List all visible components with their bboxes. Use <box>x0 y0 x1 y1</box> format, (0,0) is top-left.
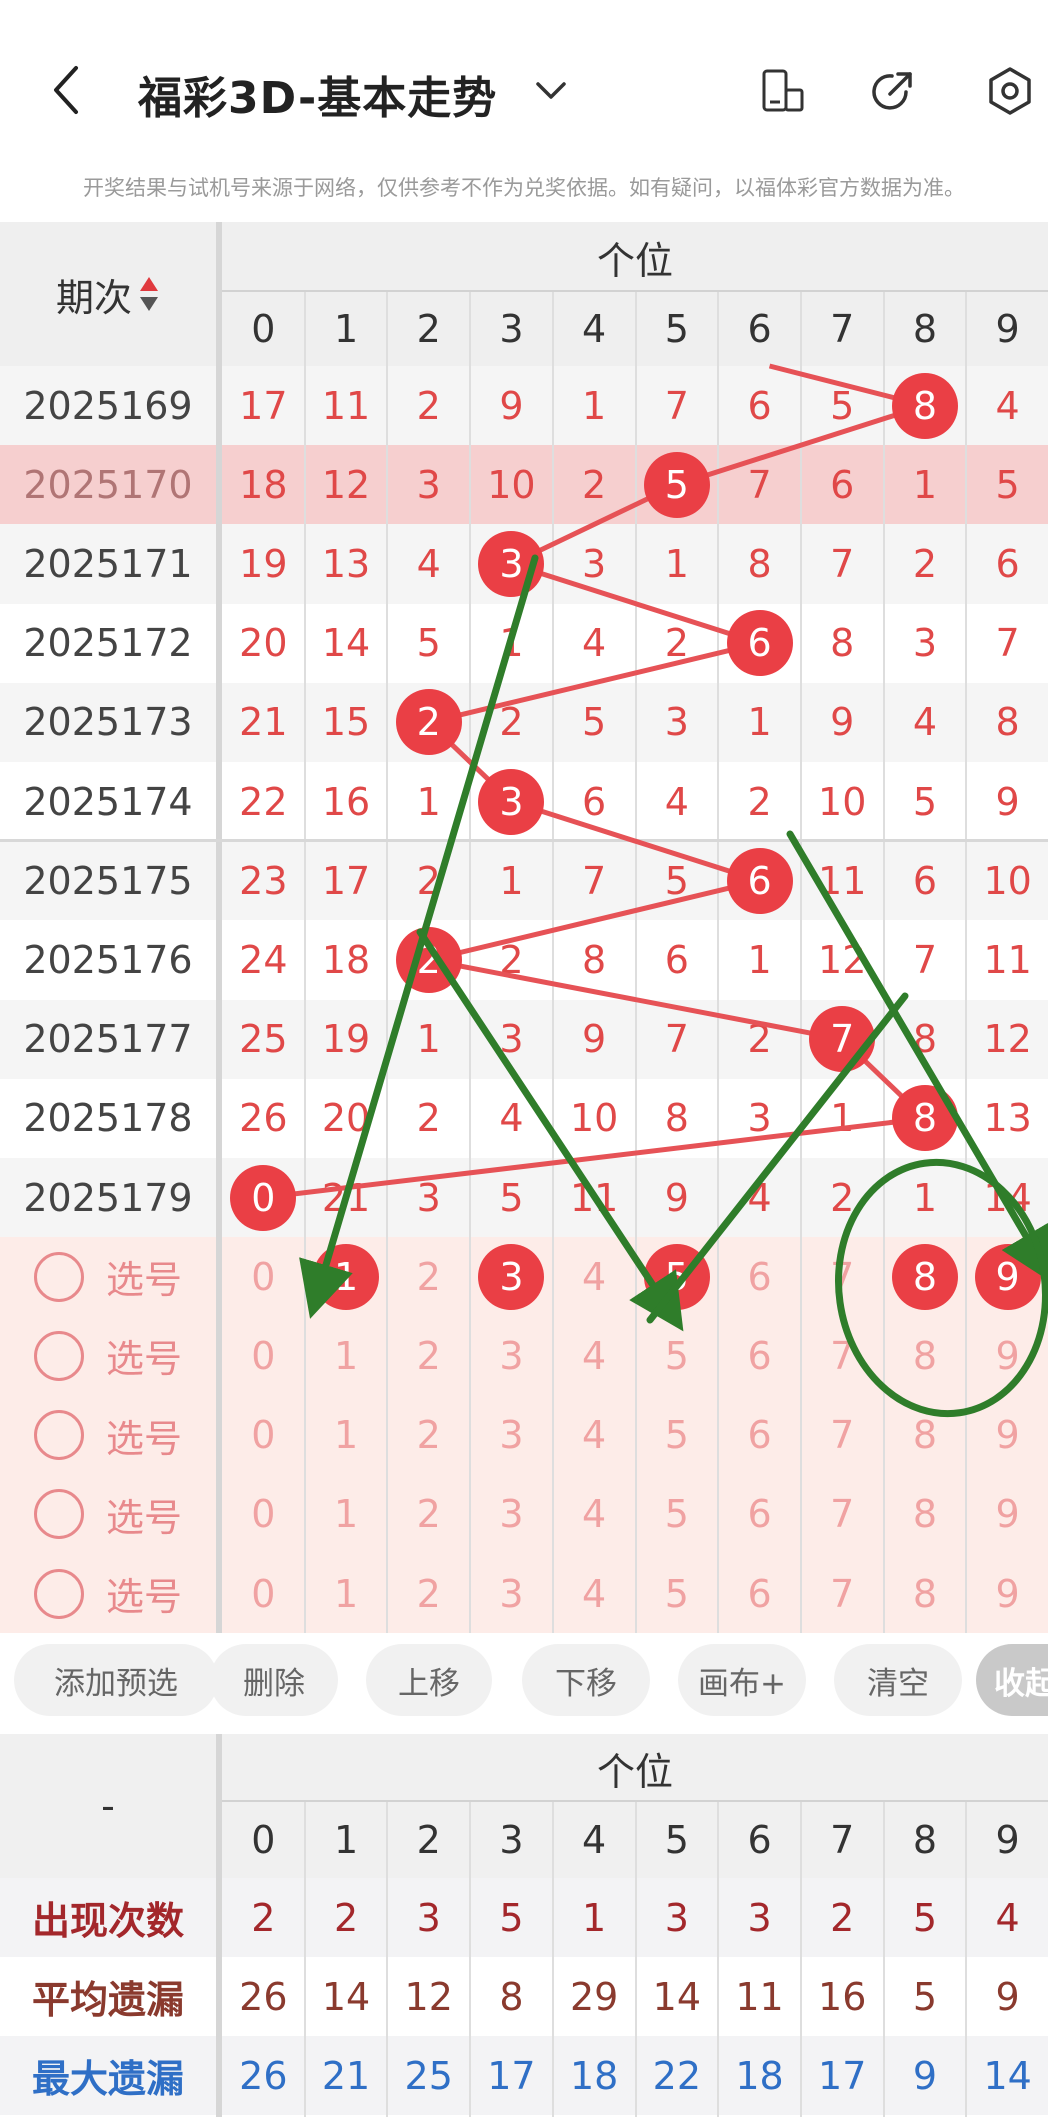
share-icon[interactable] <box>870 68 916 114</box>
stats-digit-header: 2 <box>416 1818 441 1862</box>
stats-digit-header: 8 <box>912 1818 938 1862</box>
toolbar-button[interactable]: 上移 <box>366 1644 492 1716</box>
stats-value: 14 <box>652 1974 702 2019</box>
stats-value: 5 <box>912 1895 938 1940</box>
stats-row-label: 出现次数 <box>31 1899 184 1943</box>
stats-value: 16 <box>818 1974 867 2019</box>
stats-value: 12 <box>404 1974 453 2019</box>
stats-value: 21 <box>321 2053 371 2098</box>
hand-drawn-annotation <box>299 554 1048 1418</box>
stats-value: 26 <box>239 1974 288 2019</box>
stats-value: 9 <box>912 2053 938 2098</box>
toolbar-button[interactable]: 添加预选 <box>14 1644 218 1716</box>
phone-rotate-icon[interactable] <box>760 68 806 114</box>
stats-digit-header: 1 <box>333 1818 359 1862</box>
stats-corner-label: - <box>101 1784 115 1828</box>
stats-digit-header: 6 <box>747 1818 772 1862</box>
disclaimer-notice: 开奖结果与试机号来源于网络，仅供参考不作为兑奖依据。如有疑问，以福体彩官方数据为… <box>83 176 965 200</box>
toolbar-button[interactable]: 画布+ <box>678 1644 806 1716</box>
trend-table: 个位 期次 0 1 2 3 4 5 6 7 8 9 2025169 17 11 2 9 1 7 6 5 4 2025170 1… <box>0 222 1048 1634</box>
stats-digit-header: 7 <box>830 1818 855 1862</box>
stats-value: 17 <box>487 2053 536 2098</box>
stats-value: 2 <box>830 1895 855 1940</box>
stats-value: 9 <box>995 1974 1020 2019</box>
stats-value: 5 <box>499 1895 524 1940</box>
stats-digit-header: 3 <box>499 1818 524 1862</box>
back-icon[interactable] <box>44 62 88 118</box>
stats-value: 3 <box>664 1895 689 1940</box>
stats-value: 2 <box>251 1895 276 1940</box>
stats-value: 4 <box>995 1895 1020 1940</box>
toolbar-button[interactable]: 清空 <box>834 1644 962 1716</box>
stats-row-label: 最大遗漏 <box>31 2057 184 2101</box>
stats-digit-header: 0 <box>251 1818 276 1862</box>
stats-digit-header: 5 <box>664 1818 689 1862</box>
stats-value: 25 <box>404 2053 453 2098</box>
stats-value: 14 <box>983 2053 1032 2098</box>
stats-value: 26 <box>239 2053 288 2098</box>
stats-group-title: 个位 <box>596 1749 673 1794</box>
toolbar-button[interactable]: 删除 <box>210 1644 338 1716</box>
stats-value: 2 <box>333 1895 359 1940</box>
stats-digit-header: 9 <box>995 1818 1020 1862</box>
stats-value: 11 <box>735 1974 784 2019</box>
page-title[interactable]: 福彩3D-基本走势 <box>138 62 497 126</box>
stats-digit-header: 4 <box>582 1818 607 1862</box>
stats-value: 8 <box>499 1974 524 2019</box>
stats-value: 29 <box>569 1974 619 2019</box>
stats-value: 3 <box>747 1895 772 1940</box>
stats-row-label: 平均遗漏 <box>31 1978 184 2022</box>
chevron-down-icon[interactable] <box>534 76 568 104</box>
stats-value: 18 <box>735 2053 784 2098</box>
stats-value: 18 <box>569 2053 619 2098</box>
stats-value: 3 <box>416 1895 441 1940</box>
stats-value: 14 <box>321 1974 371 2019</box>
stats-value: 5 <box>912 1974 938 2019</box>
stats-value: 1 <box>582 1895 607 1940</box>
stats-table: 个位 -0 1 2 3 4 5 6 7 8 9 出现次数 2 2 3 5 1 3 3 2 5 4 平均遗漏 26 14 12 8 29… <box>0 1734 1048 2117</box>
stats-value: 22 <box>652 2053 702 2098</box>
toolbar-button[interactable]: 收起 <box>976 1644 1048 1716</box>
toolbar-button[interactable]: 下移 <box>522 1644 650 1716</box>
stats-value: 17 <box>818 2053 867 2098</box>
settings-icon[interactable] <box>986 66 1034 116</box>
